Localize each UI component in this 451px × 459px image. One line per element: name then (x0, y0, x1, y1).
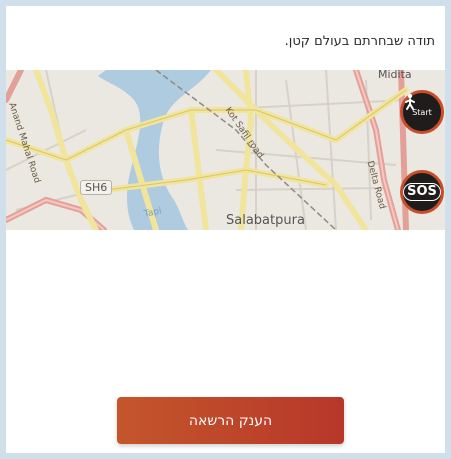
grant-permission-button[interactable]: הענק הרשאה (117, 397, 344, 444)
intro-text: תודה שבחרתם בעולם קטן. (284, 34, 435, 49)
screen: תודה שבחרתם בעולם קטן. SH6 Salabatpura A… (6, 6, 445, 453)
walking-person-icon (405, 93, 415, 110)
sos-button[interactable]: SOS (400, 170, 444, 214)
top-right-place-label: Midita (378, 70, 412, 81)
map-view[interactable]: SH6 Salabatpura Anand Mahal Road Kot Saf… (6, 70, 445, 230)
start-button[interactable]: Start (400, 90, 444, 134)
sh6-road-label: SH6 (80, 180, 113, 195)
sos-icon: SOS (403, 183, 441, 201)
salabatpura-label: Salabatpura (226, 213, 305, 228)
